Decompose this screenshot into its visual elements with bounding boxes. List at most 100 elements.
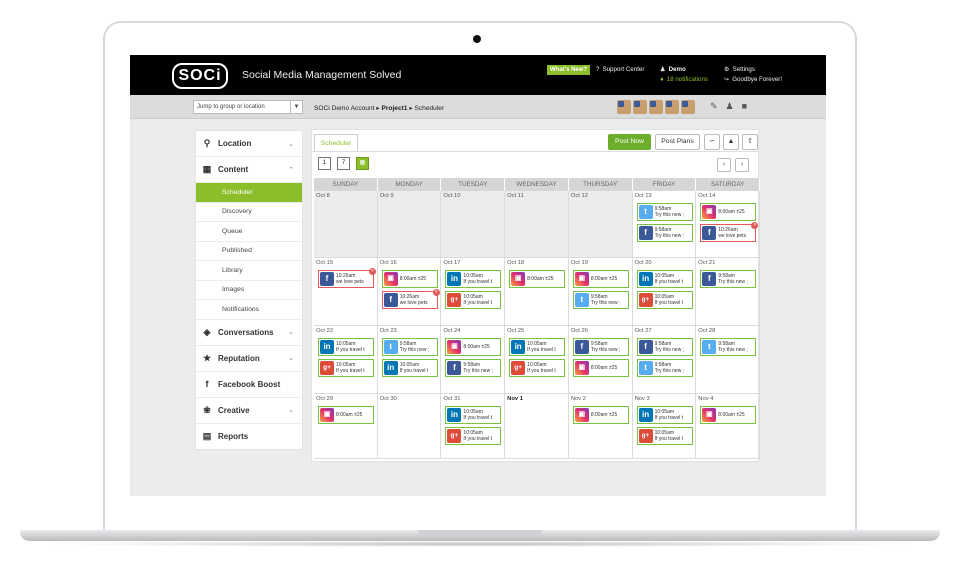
post-plans-button[interactable]: Post Plans: [655, 134, 700, 150]
scheduled-post[interactable]: ▣ 8:00am ±25: [318, 406, 374, 424]
scheduled-post[interactable]: f 10:26am we love pets ×: [318, 268, 376, 288]
scheduled-post[interactable]: in 10:05am If you travel t: [636, 406, 693, 424]
calendar-day[interactable]: Oct 17 in 10:05am If you travel t g+ 10:05am I…: [441, 258, 506, 326]
calendar-day[interactable]: Oct 30: [377, 394, 442, 459]
scheduled-post[interactable]: f 9:58am Try this new ;: [700, 270, 757, 288]
user-menu[interactable]: ♟ Demo: [660, 66, 686, 73]
location-avatar[interactable]: [665, 100, 679, 114]
calendar-day[interactable]: Oct 12: [568, 191, 633, 258]
calendar-day[interactable]: Oct 19 ▣ 8:00am ±25 t 9:58am Try this new ;: [568, 258, 633, 326]
location-avatar[interactable]: [649, 100, 663, 114]
calendar-day[interactable]: Oct 8: [314, 191, 378, 258]
calendar-day[interactable]: Nov 4 ▣ 8:00am ±25: [696, 394, 760, 459]
sidebar-item-reports[interactable]: ▤ Reports: [196, 424, 302, 450]
support-center-link[interactable]: ? Support Center: [596, 66, 644, 73]
calendar-day[interactable]: Oct 26 f 9:58am Try this new ; ▣ 8:00am ±25: [568, 326, 633, 394]
scheduled-post[interactable]: in 10:05am If you travel t: [636, 270, 693, 288]
scheduled-post[interactable]: t 9:58am Try this new ;: [636, 359, 693, 377]
calendar-day[interactable]: Nov 2 ▣ 8:00am ±25: [568, 394, 633, 459]
calendar-day[interactable]: Oct 29 ▣ 8:00am ±25: [314, 394, 378, 459]
calendar-day[interactable]: Oct 16 ▣ 8:00am ±25 f 10:26am we love pets ×: [377, 258, 442, 326]
breadcrumb-account[interactable]: SOCi Demo Account: [314, 105, 374, 112]
logout-link[interactable]: ↪ Goodbye Forever!: [724, 76, 782, 83]
calendar-day[interactable]: Oct 15 f 10:26am we love pets ×: [314, 258, 378, 326]
sidebar-subitem-library[interactable]: Library: [196, 261, 302, 281]
sidebar-item-conversations[interactable]: ◈ Conversations ⌄: [196, 320, 302, 346]
calendar-day[interactable]: Oct 9: [377, 191, 442, 258]
scheduled-post[interactable]: in 10:05am If you travel t: [509, 338, 566, 356]
calendar-day[interactable]: Oct 20 in 10:05am If you travel t g+ 10:05am I…: [632, 258, 697, 326]
upload-button[interactable]: ⇧: [742, 134, 758, 150]
error-close-icon[interactable]: ×: [369, 268, 376, 275]
calendar-day[interactable]: Oct 14 ▣ 8:00am ±25 f 10:26am we love pets ×: [696, 191, 760, 258]
scheduled-post[interactable]: g+ 10:05am If you travel t: [445, 427, 502, 445]
day-view-button[interactable]: 1: [318, 157, 331, 170]
calendar-day[interactable]: Oct 27 f 9:58am Try this new ; t 9:58am Try th…: [632, 326, 697, 394]
sidebar-item-facebook-boost[interactable]: f Facebook Boost: [196, 372, 302, 398]
scheduled-post[interactable]: f 9:58am Try this new ;: [636, 338, 693, 356]
month-view-button[interactable]: ▦: [356, 157, 369, 170]
sidebar-item-creative[interactable]: ❀ Creative ⌄: [196, 398, 302, 424]
calendar-day[interactable]: Oct 21 f 9:58am Try this new ;: [696, 258, 760, 326]
calendar-day[interactable]: Oct 11: [505, 191, 569, 258]
calendar-day[interactable]: Oct 28 t 9:58am Try this new ;: [696, 326, 760, 394]
scheduled-post[interactable]: in 10:05am If you travel t: [445, 270, 502, 288]
scheduled-post[interactable]: f 9:58am Try this new ;: [572, 338, 629, 356]
scheduled-post[interactable]: g+ 10:05am If you travel t: [636, 291, 693, 309]
location-avatar[interactable]: [633, 100, 647, 114]
scheduled-post[interactable]: ▣ 8:00am ±25: [572, 359, 629, 377]
calendar-day[interactable]: Oct 24 ▣ 8:00am ±25 f 9:58am Try this new ;: [441, 326, 506, 394]
scheduled-post[interactable]: g+ 10:05am If you travel t: [509, 359, 566, 377]
scheduled-post[interactable]: ▣ 8:00am ±25: [700, 203, 757, 221]
users-icon[interactable]: ♟: [726, 101, 734, 112]
scheduled-post[interactable]: t 9:58am Try this new ;: [700, 338, 757, 356]
scheduled-post[interactable]: ▣ 8:00am ±25: [445, 338, 502, 356]
pencil-icon[interactable]: ✎: [710, 101, 718, 112]
scheduled-post[interactable]: f 10:26am we love pets ×: [381, 289, 440, 309]
scheduled-post[interactable]: in 10:05am If you travel t: [318, 338, 374, 356]
like-button[interactable]: ▲: [723, 134, 739, 150]
error-close-icon[interactable]: ×: [751, 222, 759, 229]
calendar-day[interactable]: Oct 22 in 10:05am If you travel t g+ 10:05am I…: [314, 326, 378, 394]
calendar-day[interactable]: Oct 18 ▣ 8:00am ±25: [505, 258, 569, 326]
calendar-day[interactable]: Oct 31 in 10:05am If you travel t g+ 10:05am I…: [441, 394, 506, 459]
week-view-button[interactable]: 7: [337, 157, 350, 170]
soci-logo[interactable]: SOCi: [172, 63, 228, 89]
scheduled-post[interactable]: g+ 10:05am If you travel t: [636, 427, 693, 445]
sidebar-subitem-images[interactable]: Images: [196, 281, 302, 300]
tab-scheduler[interactable]: Scheduler: [314, 134, 358, 152]
sidebar-subitem-notifications[interactable]: Notifications: [196, 300, 302, 320]
location-avatar[interactable]: [617, 100, 631, 114]
scheduled-post[interactable]: ▣ 8:00am ±25: [381, 270, 438, 288]
post-now-button[interactable]: Post Now: [608, 134, 651, 150]
sidebar-subitem-discovery[interactable]: Discovery: [196, 203, 302, 222]
scheduled-post[interactable]: t 9:58am Try this new ;: [636, 203, 693, 221]
calendar-day[interactable]: Oct 25 in 10:05am If you travel t g+ 10:05am I…: [505, 326, 569, 394]
notifications-link[interactable]: ● 18 notifications: [660, 76, 708, 83]
sidebar-item-location[interactable]: ⚲ Location ⌄: [196, 131, 302, 157]
error-close-icon[interactable]: ×: [432, 289, 440, 296]
trash-icon[interactable]: ■: [742, 101, 747, 112]
calendar-day[interactable]: Oct 13 t 9:58am Try this new ; f 9:58am Try th…: [632, 191, 697, 258]
scheduled-post[interactable]: ▣ 8:00am ±25: [572, 270, 629, 288]
scheduled-post[interactable]: ▣ 8:00am ±25: [700, 406, 757, 424]
settings-link[interactable]: ⚙ Settings: [724, 66, 755, 73]
scheduled-post[interactable]: f 9:58am Try this new ;: [636, 224, 693, 242]
scheduled-post[interactable]: f 9:58am Try this new ;: [445, 359, 502, 377]
rss-button[interactable]: ∽: [704, 134, 720, 150]
scheduled-post[interactable]: ▣ 8:00am ±25: [572, 406, 629, 424]
scheduled-post[interactable]: t 9:58am Try this new ;: [381, 338, 438, 356]
scheduled-post[interactable]: in 10:05am If you travel t: [381, 359, 438, 377]
scheduled-post[interactable]: g+ 10:05am If you travel t: [445, 291, 502, 309]
calendar-day[interactable]: Nov 3 in 10:05am If you travel t g+ 10:05am If…: [632, 394, 697, 459]
calendar-day[interactable]: Oct 10: [441, 191, 506, 258]
scheduled-post[interactable]: in 10:05am If you travel t: [445, 406, 502, 424]
location-avatar[interactable]: [681, 100, 695, 114]
prev-month-button[interactable]: ‹: [717, 158, 731, 172]
jump-to-location-select[interactable]: Jump to group or location ▼: [193, 100, 303, 114]
scheduled-post[interactable]: f 10:26am we love pets ×: [700, 222, 759, 242]
scheduled-post[interactable]: g+ 10:05am If you travel t: [318, 359, 374, 377]
sidebar-item-content[interactable]: ▦ Content ⌃: [196, 157, 302, 183]
breadcrumb-project[interactable]: Project1: [381, 105, 407, 112]
sidebar-subitem-published[interactable]: Published: [196, 242, 302, 261]
